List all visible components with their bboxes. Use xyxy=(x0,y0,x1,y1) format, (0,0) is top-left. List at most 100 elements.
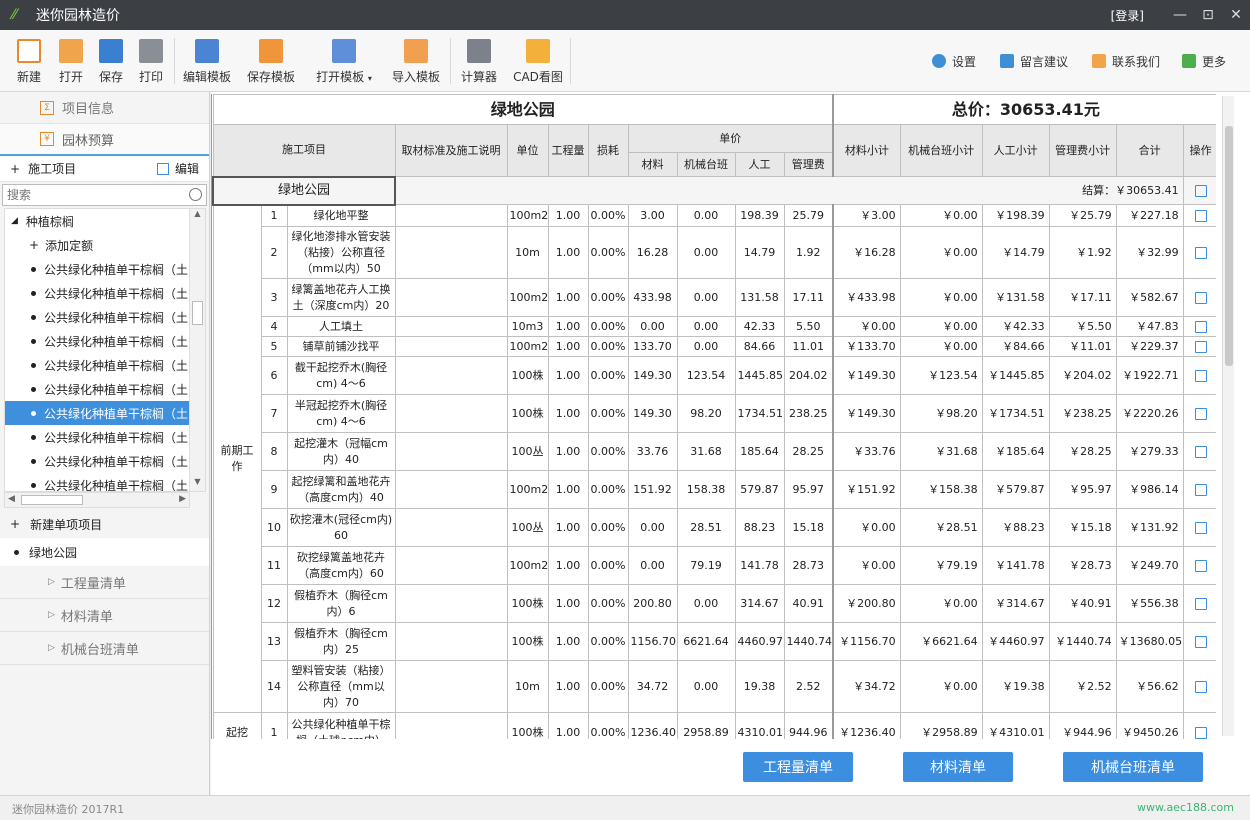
group-edit-cell[interactable] xyxy=(1182,176,1216,205)
table-row[interactable]: 7 半冠起挖乔木(胸径cm) 4～6 100株 1.00 0.00% 149.30 98.2… xyxy=(213,394,1216,433)
row-edit-cell[interactable] xyxy=(1182,712,1216,739)
table-row[interactable]: 14 塑料管安装（粘接）公称直径（mm以内）70 10m 1.00 0.00% 34.72… xyxy=(213,660,1216,713)
tree-item[interactable]: 公共绿化种植单干棕榈（土 xyxy=(5,401,205,425)
website-link[interactable]: www.aec188.com xyxy=(1137,801,1234,814)
add-quota-item[interactable]: + 添加定额 xyxy=(5,233,205,257)
search-input[interactable] xyxy=(7,188,177,202)
print-button[interactable]: 打印 xyxy=(136,36,166,88)
table-row[interactable]: 8 起挖灌木（冠幅cm内）40 100丛 1.00 0.00% 33.76 31.68 185… xyxy=(213,432,1216,471)
row-item-name[interactable]: 人工填土 xyxy=(286,316,396,337)
quantity-list-button[interactable]: 工程量清单 xyxy=(743,752,853,782)
table-row[interactable]: 6 截干起挖乔木(胸径cm) 4～6 100株 1.00 0.00% 149.30 123.… xyxy=(213,356,1216,395)
scroll-up-icon[interactable]: ▲ xyxy=(190,209,205,225)
row-edit-cell[interactable] xyxy=(1182,584,1216,623)
row-edit-cell[interactable] xyxy=(1182,622,1216,661)
scroll-down-icon[interactable]: ▼ xyxy=(190,477,205,491)
table-row[interactable]: 12 假植乔木（胸径cm内）6 100株 1.00 0.00% 200.80 0.00 314… xyxy=(213,584,1216,623)
row-edit-cell[interactable] xyxy=(1182,660,1216,713)
tree-group[interactable]: ◢ 种植棕榈 xyxy=(5,209,205,233)
calculator-button[interactable]: 计算器 xyxy=(459,36,499,88)
row-edit-cell[interactable] xyxy=(1182,470,1216,509)
table-row[interactable]: 4 人工填土 10m3 1.00 0.00% 0.00 0.00 42.33 5.50 ￥0.00… xyxy=(213,316,1216,337)
edit-icon[interactable] xyxy=(1194,184,1207,197)
table-row[interactable]: 13 假植乔木（胸径cm内）25 100株 1.00 0.00% 1156.70 6621.… xyxy=(213,622,1216,661)
tree-item[interactable]: 公共绿化种植单干棕榈（土 xyxy=(5,353,205,377)
row-edit-cell[interactable] xyxy=(1182,336,1216,357)
tree-item[interactable]: 公共绿化种植单干棕榈（土 xyxy=(5,305,205,329)
tab-project-info[interactable]: Σ 项目信息 xyxy=(0,92,209,124)
row-edit-cell[interactable] xyxy=(1182,226,1216,279)
section-quantity-list[interactable]: ▷ 工程量清单 xyxy=(0,566,209,599)
tree-vertical-scrollbar[interactable]: ▲ ▼ xyxy=(189,209,205,491)
section-material-list[interactable]: ▷ 材料清单 xyxy=(0,599,209,632)
row-item-name[interactable]: 半冠起挖乔木(胸径cm) 4～6 xyxy=(286,394,396,433)
row-edit-cell[interactable] xyxy=(1182,394,1216,433)
edit-button[interactable]: 编辑 xyxy=(175,160,199,177)
row-std-cell[interactable] xyxy=(394,336,508,357)
save-template-button[interactable]: 保存模板 xyxy=(246,36,296,88)
row-item-name[interactable]: 假植乔木（胸径cm内）6 xyxy=(286,584,396,623)
row-std-cell[interactable] xyxy=(394,316,508,337)
edit-icon[interactable] xyxy=(1194,483,1207,496)
feedback-link[interactable]: 留言建议 xyxy=(1000,52,1068,70)
row-std-cell[interactable] xyxy=(394,278,508,317)
row-item-name[interactable]: 绿篱盖地花卉人工换土（深度cm内）20 xyxy=(286,278,396,317)
save-button[interactable]: 保存 xyxy=(96,36,126,88)
row-item-name[interactable]: 公共绿化种植单干棕榈（土球φcm内） xyxy=(286,712,396,739)
row-edit-cell[interactable] xyxy=(1182,278,1216,317)
tab-garden-budget[interactable]: ¥ 园林预算 xyxy=(0,124,209,156)
edit-icon[interactable] xyxy=(1194,726,1207,739)
edit-icon[interactable] xyxy=(1194,369,1207,382)
collapse-triangle-icon[interactable]: ◢ xyxy=(11,216,18,226)
row-item-name[interactable]: 砍挖灌木(冠径cm内) 60 xyxy=(286,508,396,547)
tree-item[interactable]: 公共绿化种植单干棕榈（土 xyxy=(5,473,205,491)
edit-icon[interactable] xyxy=(1194,320,1207,333)
row-item-name[interactable]: 砍挖绿篱盖地花卉（高度cm内）60 xyxy=(286,546,396,585)
settings-link[interactable]: 设置 xyxy=(932,52,976,70)
table-row[interactable]: 3 绿篱盖地花卉人工换土（深度cm内）20 100m2 1.00 0.00% 433.98… xyxy=(213,278,1216,317)
new-button[interactable]: 新建 xyxy=(14,36,44,88)
section-machinery-list[interactable]: ▷ 机械台班清单 xyxy=(0,632,209,665)
edit-icon[interactable] xyxy=(1194,635,1207,648)
tree-item[interactable]: 公共绿化种植单干棕榈（土 xyxy=(5,449,205,473)
row-item-name[interactable]: 绿化地平整 xyxy=(286,204,396,227)
row-item-name[interactable]: 起挖绿篱和盖地花卉（高度cm内）40 xyxy=(286,470,396,509)
edit-icon[interactable] xyxy=(1194,445,1207,458)
machinery-list-button[interactable]: 机械台班清单 xyxy=(1063,752,1203,782)
search-box[interactable] xyxy=(2,184,207,206)
table-row[interactable]: 起挖1公共绿化种植单干棕榈（土球φcm内） 100株1.000.00%1236.4… xyxy=(212,712,1216,739)
scroll-thumb[interactable] xyxy=(21,495,83,505)
row-std-cell[interactable] xyxy=(394,394,508,433)
scroll-thumb[interactable] xyxy=(192,301,203,325)
more-link[interactable]: 更多 xyxy=(1182,52,1226,70)
row-edit-cell[interactable] xyxy=(1182,546,1216,585)
row-item-name[interactable]: 截干起挖乔木(胸径cm) 4～6 xyxy=(286,356,396,395)
row-std-cell[interactable] xyxy=(394,204,508,227)
table-row[interactable]: 2 绿化地渗排水管安装（粘接）公称直径（mm以内）50 10m 1.00 0.00% 16… xyxy=(213,226,1216,279)
open-button[interactable]: 打开 xyxy=(56,36,86,88)
scroll-left-icon[interactable]: ◀ xyxy=(8,494,15,504)
row-std-cell[interactable] xyxy=(394,584,508,623)
grid-vertical-scrollbar[interactable] xyxy=(1222,96,1234,736)
open-template-button[interactable]: 打开模板 ▾ xyxy=(313,36,375,88)
row-item-name[interactable]: 假植乔木（胸径cm内）25 xyxy=(286,622,396,661)
row-std-cell[interactable] xyxy=(394,660,508,713)
row-item-name[interactable]: 铺草前铺沙找平 xyxy=(286,336,396,357)
plus-icon[interactable]: + xyxy=(10,162,20,176)
new-item-button[interactable]: + 新建单项项目 xyxy=(0,510,209,538)
import-template-button[interactable]: 导入模板 xyxy=(390,36,442,88)
row-edit-cell[interactable] xyxy=(1182,508,1216,547)
table-row[interactable]: 11 砍挖绿篱盖地花卉（高度cm内）60 100m2 1.00 0.00% 0.00 79.… xyxy=(213,546,1216,585)
edit-icon[interactable] xyxy=(1194,246,1207,259)
row-item-name[interactable]: 起挖灌木（冠幅cm内）40 xyxy=(286,432,396,471)
project-node[interactable]: 绿地公园 xyxy=(0,538,209,566)
edit-icon[interactable] xyxy=(1194,559,1207,572)
edit-icon[interactable] xyxy=(1194,340,1207,353)
tree-item[interactable]: 公共绿化种植单干棕榈（土 xyxy=(5,425,205,449)
close-button[interactable]: ✕ xyxy=(1222,7,1250,23)
row-std-cell[interactable] xyxy=(394,712,508,739)
row-item-name[interactable]: 绿化地渗排水管安装（粘接）公称直径（mm以内）50 xyxy=(286,226,396,279)
edit-icon[interactable] xyxy=(156,162,169,175)
row-std-cell[interactable] xyxy=(394,470,508,509)
cad-viewer-button[interactable]: CAD看图 xyxy=(512,36,564,88)
